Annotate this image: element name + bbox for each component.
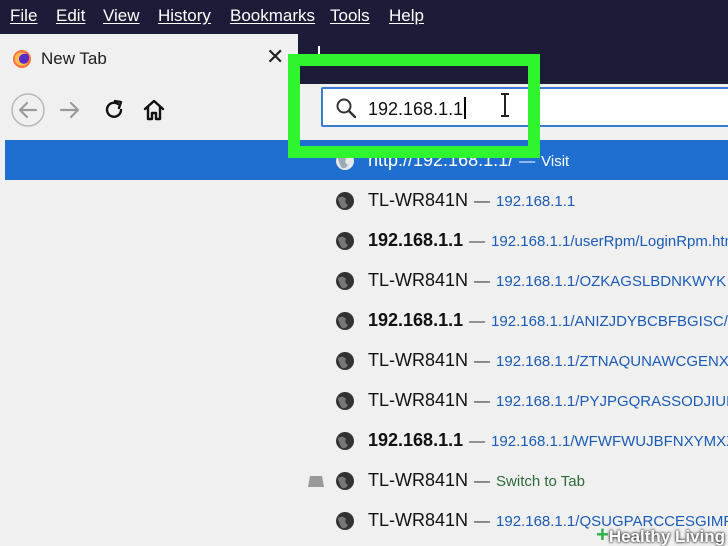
highlight-annotation <box>288 54 540 158</box>
suggestion-row-switch-to-tab[interactable]: TL-WR841N — Switch to Tab <box>0 460 728 500</box>
tab-title: New Tab <box>41 49 107 68</box>
suggestion-row[interactable]: 192.168.1.1—192.168.1.1/WFWFWUJBFNXYMXX <box>0 420 728 460</box>
globe-icon <box>336 392 354 410</box>
menu-bar: File Edit View History Bookmarks Tools H… <box>0 0 728 34</box>
suggestion-row[interactable]: 192.168.1.1—192.168.1.1/userRpm/LoginRpm… <box>0 220 728 260</box>
menu-tools[interactable]: Tools <box>330 6 370 26</box>
home-button[interactable] <box>136 92 172 128</box>
suggestion-row[interactable]: TL-WR841N —192.168.1.1 <box>0 180 728 220</box>
suggestion-row[interactable]: TL-WR841N —192.168.1.1/ZTNAQUNAWCGENX <box>0 340 728 380</box>
menu-edit[interactable]: Edit <box>56 6 85 26</box>
back-button[interactable] <box>10 92 46 128</box>
globe-icon <box>336 432 354 450</box>
back-arrow-icon <box>11 93 45 127</box>
globe-icon <box>336 512 354 530</box>
forward-button[interactable] <box>52 92 88 128</box>
suggestion-row[interactable]: TL-WR841N —192.168.1.1/OZKAGSLBDNKWYK <box>0 260 728 300</box>
menu-bookmarks[interactable]: Bookmarks <box>230 6 315 26</box>
menu-help[interactable]: Help <box>389 6 424 26</box>
menu-file[interactable]: File <box>10 6 37 26</box>
globe-icon <box>336 472 354 490</box>
globe-icon <box>336 312 354 330</box>
suggestion-row[interactable]: 192.168.1.1—192.168.1.1/ANIZJDYBCBFBGISC… <box>0 300 728 340</box>
globe-icon <box>336 272 354 290</box>
firefox-icon <box>13 50 31 68</box>
menu-view[interactable]: View <box>103 6 140 26</box>
home-icon <box>143 99 165 121</box>
reload-icon <box>105 99 123 118</box>
menu-history[interactable]: History <box>158 6 211 26</box>
reload-button[interactable] <box>96 92 132 128</box>
watermark: +Healthy Living <box>596 522 726 546</box>
suggestion-row[interactable]: TL-WR841N —192.168.1.1/PYJPGQRASSODJIUB/ <box>0 380 728 420</box>
url-suggestions-dropdown: http://192.168.1.1/— Visit TL-WR841N —192.… <box>0 138 728 546</box>
globe-icon <box>336 352 354 370</box>
tab-icon <box>308 476 324 487</box>
globe-icon <box>336 232 354 250</box>
tab-close-icon[interactable]: ✕ <box>266 46 284 68</box>
forward-arrow-icon <box>59 101 80 119</box>
tab-new-tab[interactable]: New Tab ✕ <box>0 34 298 84</box>
globe-icon <box>336 192 354 210</box>
